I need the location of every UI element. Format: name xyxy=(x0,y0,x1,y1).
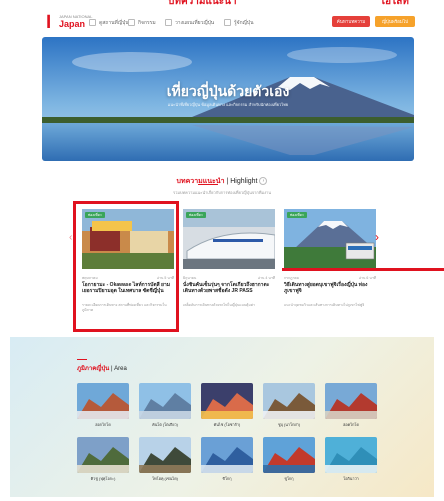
article-title: นั่งชินคันเซ็นรุ่นๆ จากโตเกียวถึงฮากาตะ … xyxy=(183,282,270,294)
region-tile[interactable] xyxy=(263,437,315,473)
top-caption-right: ไฮไลท์ xyxy=(380,0,409,7)
article-desc: แนะนำจุดชมวิวและเส้นทางการเดินทางไปภูเขา… xyxy=(284,303,365,307)
nav-item-plan[interactable]: วางแผนเที่ยวญี่ปุ่น xyxy=(165,19,214,27)
article-card[interactable]: ท่องเที่ยว กรกฎาคม อ่าน 6 นาที วิธีเดินท… xyxy=(284,209,376,333)
article-tag: ท่องเที่ยว xyxy=(287,212,307,218)
nav-item-places[interactable]: ดูสถานที่ญี่ปุ่น xyxy=(89,19,129,27)
region-image xyxy=(77,437,129,473)
article-card[interactable]: ท่องเที่ยว มิถุนายน อ่าน 4 นาที นั่งชินค… xyxy=(183,209,275,333)
region-tile[interactable] xyxy=(139,437,191,473)
article-title: วิธีเดินทางสู่ยอดบุเขาฟูจิเรื่องญี่ปุ่น … xyxy=(284,282,368,294)
region-image xyxy=(201,437,253,473)
carousel-prev-icon[interactable]: ‹ xyxy=(69,232,72,243)
region-tile[interactable] xyxy=(139,383,191,419)
highlight-section-title: บทความแนะนำ | Highlight › xyxy=(0,176,444,187)
article-views: อ่าน 6 นาที xyxy=(358,276,376,280)
region-label: คันโต (โตเกียว) xyxy=(152,423,178,427)
region-tile[interactable] xyxy=(77,437,129,473)
hero-subtitle: แนะนำที่เที่ยวญี่ปุ่น ข้อมูลเดินทาง และก… xyxy=(167,102,289,107)
region-label: คิวชู (ฟุคุโอกะ) xyxy=(90,477,116,481)
region-image xyxy=(139,437,191,473)
region-label: โอกินาว่า xyxy=(343,477,359,481)
region-image xyxy=(263,437,315,473)
activity-icon xyxy=(128,19,135,27)
top-caption-left: บทความแนะนำ xyxy=(168,0,237,7)
nav-item-about[interactable]: รู้จักญี่ปุ่น xyxy=(224,19,254,27)
area-section-title: ภูมิภาคญี่ปุ่น | Area xyxy=(77,366,127,372)
region-label: คันไซ (โอซาก้า) xyxy=(213,423,241,427)
region-label: ชิโกกุ xyxy=(222,477,232,481)
highlight-section-subtitle: รวมบทความแนะนำเกี่ยวกับการท่องเที่ยวญี่ป… xyxy=(172,190,272,195)
region-image xyxy=(77,383,129,419)
region-tile[interactable] xyxy=(263,383,315,419)
region-image xyxy=(325,437,377,473)
region-label: ฮอคไกโด xyxy=(343,423,359,427)
highlight-annotation-box xyxy=(73,201,179,332)
site-header: ꟾ JAPAN NATIONAL Japan ดูสถานที่ญี่ปุ่น … xyxy=(0,10,444,36)
region-tile[interactable] xyxy=(201,383,253,419)
logo-mark-icon: ꟾ xyxy=(46,15,52,31)
region-image xyxy=(263,383,315,419)
article-tag: ท่องเที่ยว xyxy=(186,212,206,218)
site-logo[interactable]: ꟾ JAPAN NATIONAL Japan xyxy=(46,14,92,32)
hero-banner: เที่ยวญี่ปุ่นด้วยตัวเอง แนะนำที่เที่ยวญี… xyxy=(42,37,414,161)
logo-big-text: Japan xyxy=(59,19,86,29)
region-image xyxy=(325,383,377,419)
plan-icon xyxy=(165,19,172,27)
title-underline xyxy=(198,184,218,185)
region-tile[interactable] xyxy=(325,437,377,473)
article-views: อ่าน 4 นาที xyxy=(257,276,275,280)
info-icon xyxy=(224,19,231,27)
article-date: มิถุนายน xyxy=(183,276,197,280)
hero-title: เที่ยวญี่ปุ่นด้วยตัวเอง xyxy=(166,83,290,99)
top-caption: บทความแนะนำ ไฮไลท์ xyxy=(150,0,444,7)
article-date: กรกฎาคม xyxy=(284,276,300,280)
region-label: โทโฮคุ (เซนได) xyxy=(152,477,178,481)
region-image xyxy=(139,383,191,419)
article-desc: เคล็ดลับการเดินทางด้วยรถไฟในญี่ปุ่นแบบคุ… xyxy=(183,303,256,307)
region-label: ชูบุ (นาโกย่า) xyxy=(278,423,300,427)
region-image xyxy=(201,383,253,419)
area-section: ภูมิภาคญี่ปุ่น | Area ฮอกไกโด คันโต (โตเก… xyxy=(10,337,434,497)
region-tile[interactable] xyxy=(201,437,253,473)
region-label: ชูโกกุ xyxy=(284,477,294,481)
carousel-next-icon[interactable]: › xyxy=(375,230,379,244)
annotation-line xyxy=(282,268,444,271)
article-image: ท่องเที่ยว xyxy=(284,209,376,269)
ready-button[interactable]: ญี่ปุ่นพร้อมไป xyxy=(375,16,415,27)
region-tile[interactable] xyxy=(77,383,129,419)
map-icon xyxy=(89,19,96,27)
article-image: ท่องเที่ยว xyxy=(183,209,275,269)
region-label: ฮอกไกโด xyxy=(95,423,111,427)
nav-item-activities[interactable]: กิจกรรม xyxy=(128,19,156,27)
more-icon[interactable]: › xyxy=(259,177,268,186)
search-articles-button[interactable]: ค้นหาบทความ xyxy=(332,16,370,27)
area-title-underline xyxy=(77,359,87,360)
region-tile[interactable] xyxy=(325,383,377,419)
